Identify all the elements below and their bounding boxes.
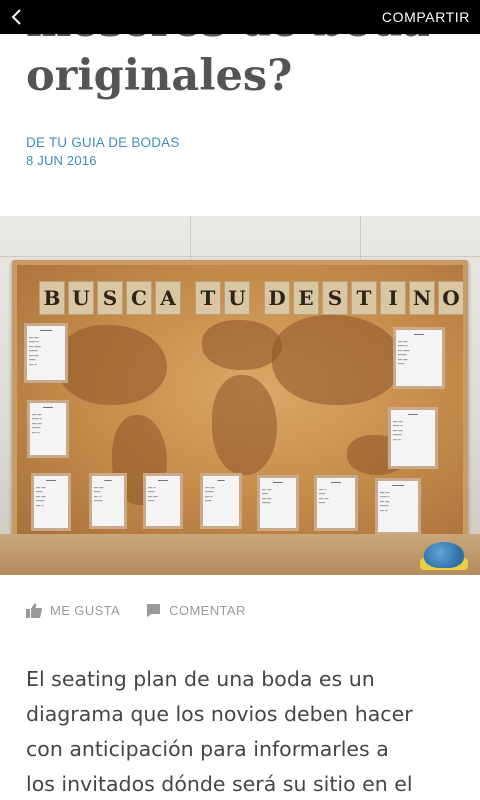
like-button[interactable]: ME GUSTA — [26, 603, 120, 618]
title-line: originales? — [26, 51, 293, 101]
world-map: BUSCA TU DESTINO ━━━━━ ━━ ━━ ━━━ ━ ━━ ━━━ ━━… — [17, 265, 463, 537]
thumbs-up-icon — [26, 602, 42, 618]
busca-tu-destino-banner: BUSCA TU DESTINO — [39, 281, 463, 315]
article-body: El seating plan de una boda es un diagra… — [26, 662, 466, 800]
comment-bubble-icon — [147, 603, 161, 617]
table-card: ━━━ ━━ ━━ ━━━ ━━ ━ ━━━━ — [89, 473, 127, 529]
table-card: ━━━━ ━━ ━ ━━━ ━━ ━━ ━━━ — [314, 475, 358, 531]
action-bar: ME GUSTA COMENTAR — [26, 600, 246, 620]
table-card: ━━━━ ━━ ━━ ━━━ ━━ ━━ ━━━━ — [257, 475, 299, 531]
comment-button[interactable]: COMENTAR — [146, 603, 246, 618]
seating-board: BUSCA TU DESTINO ━━━━━ ━━ ━━ ━━━ ━ ━━ ━━━ ━━… — [12, 260, 468, 542]
table-card: ━━━ ━━ ━━ ━━━━ ━━ ━ ━━━ — [200, 473, 242, 529]
article-source-link[interactable]: DE TU GUIA DE BODAS — [26, 135, 180, 150]
table-card: ━━━━━ ━━ ━━ ━━━ ━ ━━ ━━ ━━━━ ━━ ━ — [375, 478, 421, 535]
table-card: ━━━━ ━━ ━━ ━━━ ━ ━━ ━━━ ━━━━ ━━ ━━ ━━━ — [393, 327, 445, 389]
body-line: diagrama que los novios deben hacer — [26, 702, 413, 726]
table-card: ━━━━ ━━ ━━ ━━━ ━ ━━ ━━ ━━━━ ━━ ━ — [27, 400, 69, 458]
table-card: ━━━━ ━━ ━━ ━━━ ━ ━━ ━━ ━━━━ ━━ ━ — [388, 407, 438, 469]
toy-figure — [424, 542, 464, 568]
article-date: 8 JUN 2016 — [26, 153, 97, 168]
comment-label: COMENTAR — [169, 602, 246, 618]
table-card: ━━━━━ ━━ ━━ ━━━ ━ ━━ ━━━ ━━━━ ━━ ━━ ━━━ ━━ ━ — [24, 323, 68, 383]
back-button[interactable] — [2, 2, 32, 32]
body-line: con anticipación para informarles a — [26, 737, 389, 761]
table-card: ━━━━ ━━ ━ ━━━ ━━ ━━ ━━━ — [143, 473, 183, 529]
article-photo: BUSCA TU DESTINO ━━━━━ ━━ ━━ ━━━ ━ ━━ ━━━ ━━… — [0, 216, 480, 575]
like-label: ME GUSTA — [50, 602, 121, 618]
table-surface — [0, 534, 480, 575]
body-line: El seating plan de una boda es un — [26, 667, 375, 691]
body-line: los invitados dónde será su sitio en el — [26, 772, 413, 796]
share-button[interactable]: COMPARTIR — [382, 9, 470, 25]
table-card: ━━━━ ━━ ━━ ━━━ ━━ ━━ ━━━━ ━━ ━ — [31, 473, 71, 531]
chevron-left-icon — [11, 9, 21, 25]
top-bar: COMPARTIR — [0, 0, 480, 34]
